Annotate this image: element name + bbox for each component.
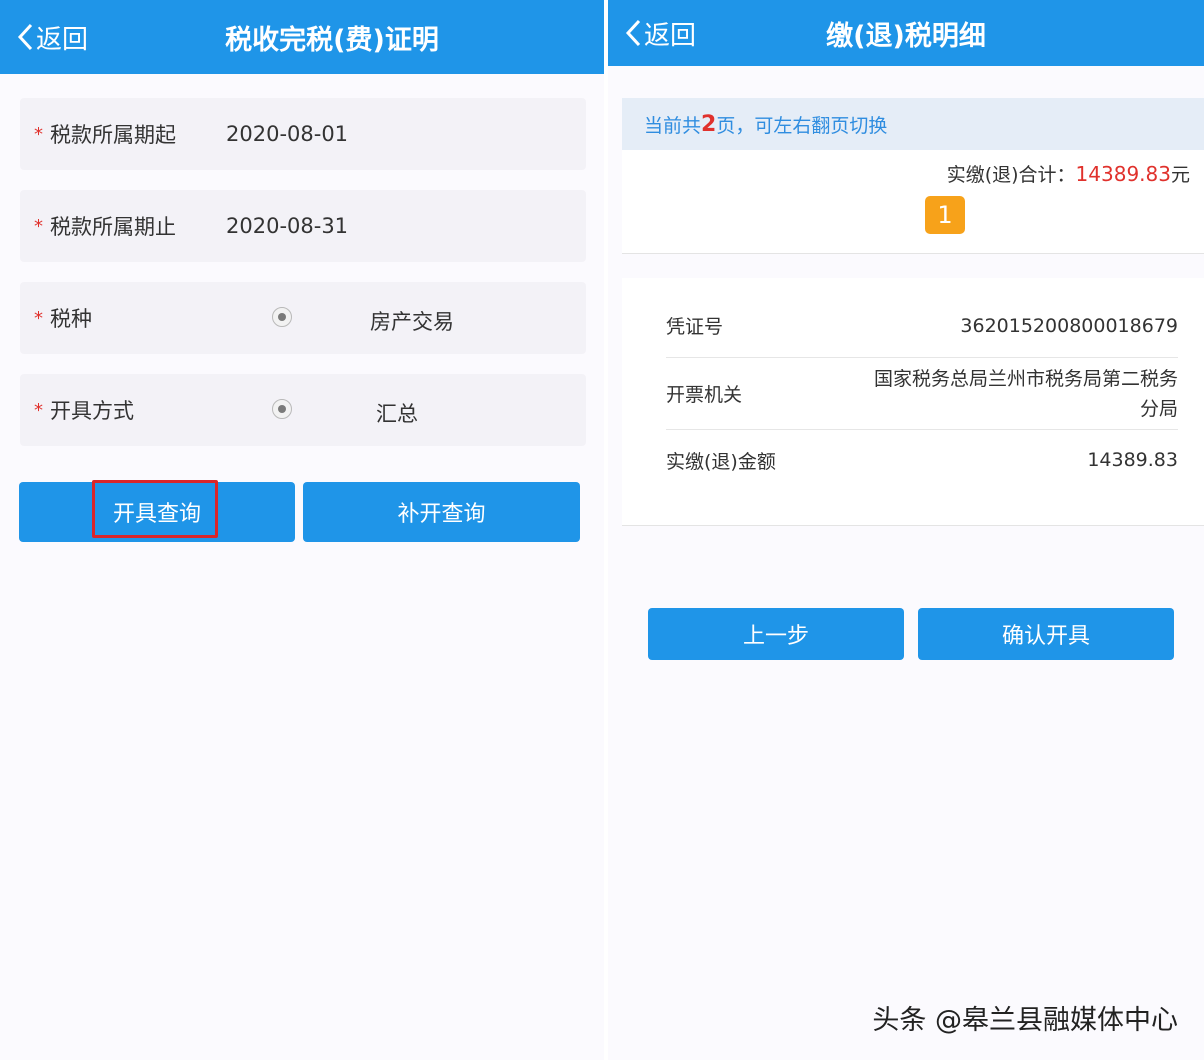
issue-query-button[interactable]: 开具查询: [19, 482, 295, 542]
notice-prefix: 当前共: [644, 114, 702, 137]
right-header: 返回 缴(退)税明细: [608, 0, 1204, 66]
period-end-value[interactable]: 2020-08-31: [226, 214, 348, 238]
voucher-value: 362015200800018679: [960, 314, 1178, 337]
page-notice: 当前共 2 页，可左右翻页切换: [622, 98, 1204, 150]
paid-amount-row: 实缴(退)金额 14389.83: [666, 432, 1178, 488]
total-amount: 实缴(退)合计：14389.83元: [947, 160, 1190, 187]
total-label: 实缴(退)合计：: [946, 164, 1076, 186]
back-label: 返回: [36, 24, 89, 55]
previous-step-button[interactable]: 上一步: [648, 608, 904, 660]
paid-amount-label: 实缴(退)金额: [666, 450, 776, 473]
watermark: 头条 @皋兰县融媒体中心: [872, 1005, 1178, 1036]
page-badge[interactable]: 1: [925, 196, 965, 234]
issue-method-field: * 开具方式 汇总: [20, 374, 586, 446]
period-start-value[interactable]: 2020-08-01: [226, 122, 348, 146]
tax-type-radio[interactable]: [272, 307, 292, 327]
total-value: 14389.83: [1075, 162, 1171, 186]
confirm-issue-button[interactable]: 确认开具: [918, 608, 1174, 660]
issuing-authority-line1: 国家税务总局兰州市税务局第二税务: [873, 367, 1178, 390]
page-title: 税收完税(费)证明: [225, 24, 439, 56]
voucher-label: 凭证号: [666, 316, 724, 338]
period-end-label: 税款所属期止: [50, 215, 176, 239]
period-end-field[interactable]: * 税款所属期止 2020-08-31: [20, 190, 586, 262]
issuing-authority-label: 开票机关: [666, 384, 743, 406]
notice-suffix: 页，可左右翻页切换: [716, 114, 888, 137]
detail-card: 凭证号 362015200800018679 开票机关 国家税务总局兰州市税务局…: [622, 278, 1204, 526]
payment-detail-screen: 返回 缴(退)税明细 当前共 2 页，可左右翻页切换 实缴(退)合计：14389…: [608, 0, 1204, 1060]
issuing-authority-line2: 分局: [1139, 397, 1178, 420]
required-mark: *: [34, 215, 43, 237]
summary-card: 实缴(退)合计：14389.83元 1: [622, 150, 1204, 254]
paid-amount-value: 14389.83: [1087, 449, 1178, 471]
required-mark: *: [34, 123, 43, 145]
chevron-left-icon: [625, 19, 641, 47]
issuing-authority-value: 国家税务总局兰州市税务局第二税务 分局: [874, 364, 1178, 424]
period-start-label: 税款所属期起: [50, 123, 176, 147]
page-title: 缴(退)税明细: [826, 20, 986, 52]
back-button[interactable]: 返回: [624, 0, 696, 66]
back-label: 返回: [644, 20, 697, 51]
tax-certificate-screen: 返回 税收完税(费)证明 * 税款所属期起 2020-08-01 * 税款所属期…: [0, 0, 604, 1060]
total-unit: 元: [1170, 164, 1190, 186]
reissue-query-button[interactable]: 补开查询: [303, 482, 580, 542]
issue-method-radio[interactable]: [272, 399, 292, 419]
issue-method-option: 汇总: [376, 402, 418, 426]
period-start-field[interactable]: * 税款所属期起 2020-08-01: [20, 98, 586, 170]
back-button[interactable]: 返回: [16, 0, 88, 74]
issue-method-label: 开具方式: [50, 399, 134, 423]
chevron-left-icon: [17, 23, 33, 51]
left-header: 返回 税收完税(费)证明: [0, 0, 604, 74]
tax-type-label: 税种: [50, 307, 92, 331]
tax-type-field: * 税种 房产交易: [20, 282, 586, 354]
required-mark: *: [34, 399, 43, 421]
tax-type-option: 房产交易: [370, 310, 454, 334]
required-mark: *: [34, 307, 43, 329]
issuing-authority-row: 开票机关 国家税务总局兰州市税务局第二税务 分局: [666, 358, 1178, 430]
notice-page-count: 2: [701, 111, 717, 137]
voucher-row: 凭证号 362015200800018679: [666, 294, 1178, 358]
